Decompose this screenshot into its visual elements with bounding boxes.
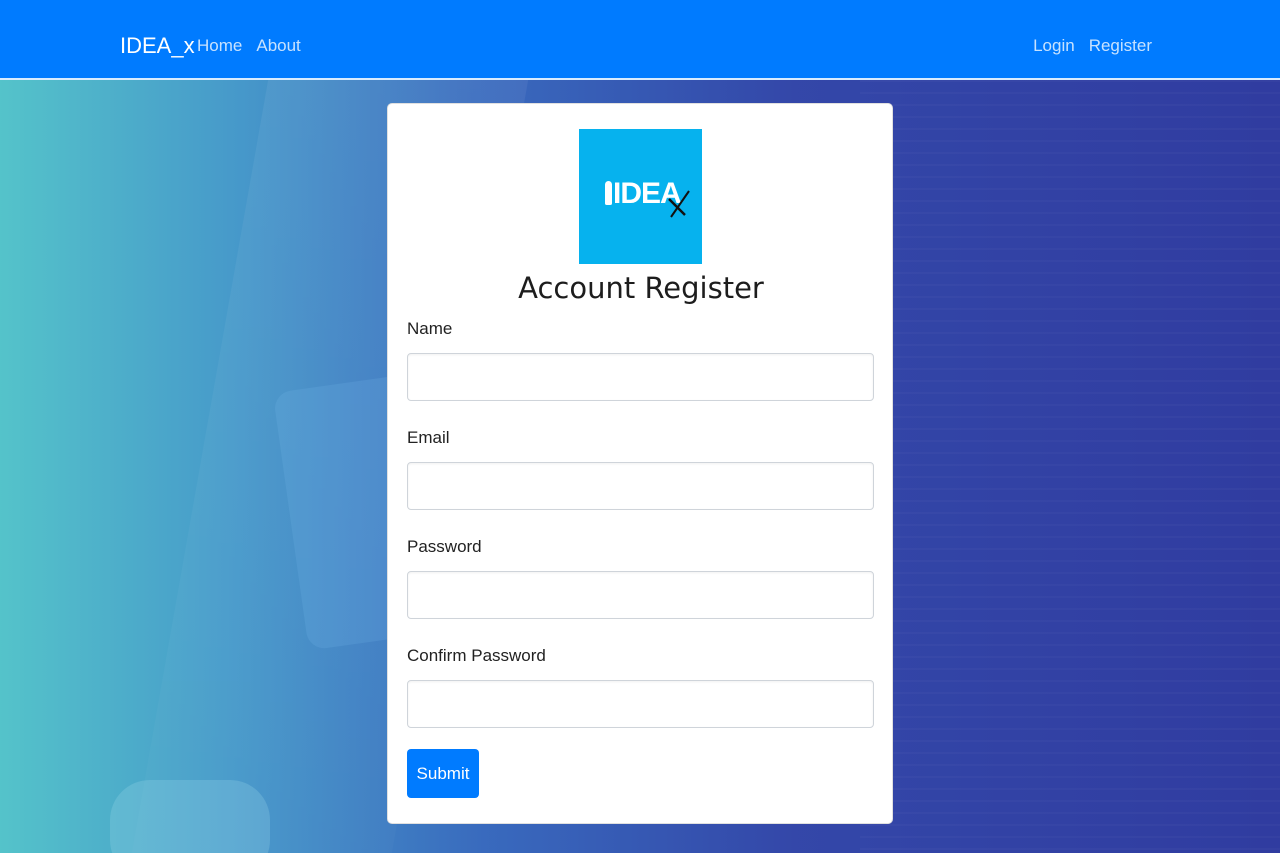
background-stripes [860, 80, 1280, 853]
register-card: IDEA Account Register Name Email Passwor… [387, 103, 893, 824]
nav-login-link[interactable]: Login [1033, 36, 1075, 56]
nav-right-links: Login Register [1033, 36, 1152, 56]
ideax-logo: IDEA [579, 129, 702, 264]
password-label: Password [407, 537, 482, 556]
confirm-password-label: Confirm Password [407, 646, 546, 665]
nav-left-links: Home About [197, 36, 301, 56]
name-label: Name [407, 319, 453, 338]
nav-register-link[interactable]: Register [1089, 36, 1152, 56]
brand-link[interactable]: IDEA_x [120, 32, 195, 60]
email-label: Email [407, 428, 450, 447]
background-shape [110, 780, 270, 853]
navbar: IDEA_x Home About Login Register [0, 0, 1280, 80]
confirm-password-input[interactable] [407, 680, 874, 728]
submit-button[interactable]: Submit [407, 749, 479, 798]
password-input[interactable] [407, 571, 874, 619]
name-input[interactable] [407, 353, 874, 401]
nav-about-link[interactable]: About [256, 36, 300, 56]
page-title: Account Register [518, 271, 764, 305]
lightbulb-icon [605, 181, 612, 205]
email-input[interactable] [407, 462, 874, 510]
x-mark-icon [668, 190, 690, 218]
nav-home-link[interactable]: Home [197, 36, 242, 56]
